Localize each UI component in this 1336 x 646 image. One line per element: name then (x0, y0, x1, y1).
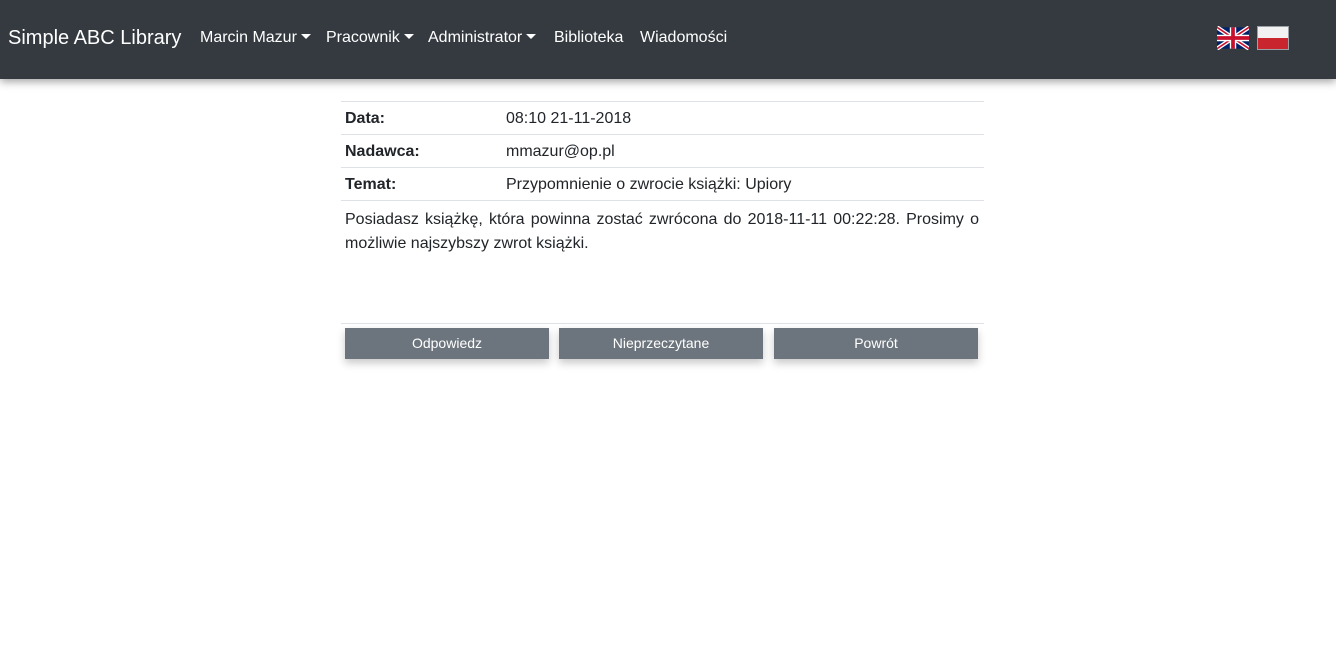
nav-biblioteka-link[interactable]: Biblioteka (554, 27, 623, 48)
uk-flag-icon[interactable] (1217, 26, 1249, 50)
caret-down-icon (403, 34, 414, 39)
message-sender-row: Nadawca: mmazur@op.pl (341, 134, 984, 167)
nav-pracownik-menu[interactable]: Pracownik (326, 27, 414, 48)
nav-user-menu-label: Marcin Mazur (200, 29, 297, 46)
poland-flag-icon[interactable] (1257, 26, 1289, 50)
top-navbar: Simple ABC Library Marcin Mazur Pracowni… (0, 0, 1336, 79)
mark-unread-button[interactable]: Nieprzeczytane (559, 328, 763, 359)
nav-wiadomosci-link[interactable]: Wiadomości (640, 27, 727, 48)
nav-administrator-menu[interactable]: Administrator (428, 27, 537, 48)
nav-pracownik-menu-label: Pracownik (326, 29, 400, 46)
subject-value: Przypomnienie o zwrocie książki: Upiory (506, 176, 792, 193)
message-date-row: Data: 08:10 21-11-2018 (341, 101, 984, 134)
subject-label: Temat: (345, 176, 397, 193)
date-value: 08:10 21-11-2018 (506, 110, 632, 127)
reply-button[interactable]: Odpowiedz (345, 328, 549, 359)
caret-down-icon (526, 34, 537, 39)
back-button[interactable]: Powrót (774, 328, 978, 359)
message-view: Data: 08:10 21-11-2018 Nadawca: mmazur@o… (341, 101, 984, 364)
sender-value: mmazur@op.pl (506, 143, 615, 160)
nav-administrator-menu-label: Administrator (428, 29, 523, 46)
caret-down-icon (300, 34, 311, 39)
nav-user-menu[interactable]: Marcin Mazur (200, 27, 311, 48)
sender-label: Nadawca: (345, 143, 420, 160)
brand-link[interactable]: Simple ABC Library (8, 25, 181, 51)
message-body: Posiadasz książkę, która powinna zostać … (341, 200, 984, 323)
message-subject-row: Temat: Przypomnienie o zwrocie książki: … (341, 167, 984, 200)
message-actions: Odpowiedz Nieprzeczytane Powrót (341, 323, 984, 364)
date-label: Data: (345, 110, 386, 127)
